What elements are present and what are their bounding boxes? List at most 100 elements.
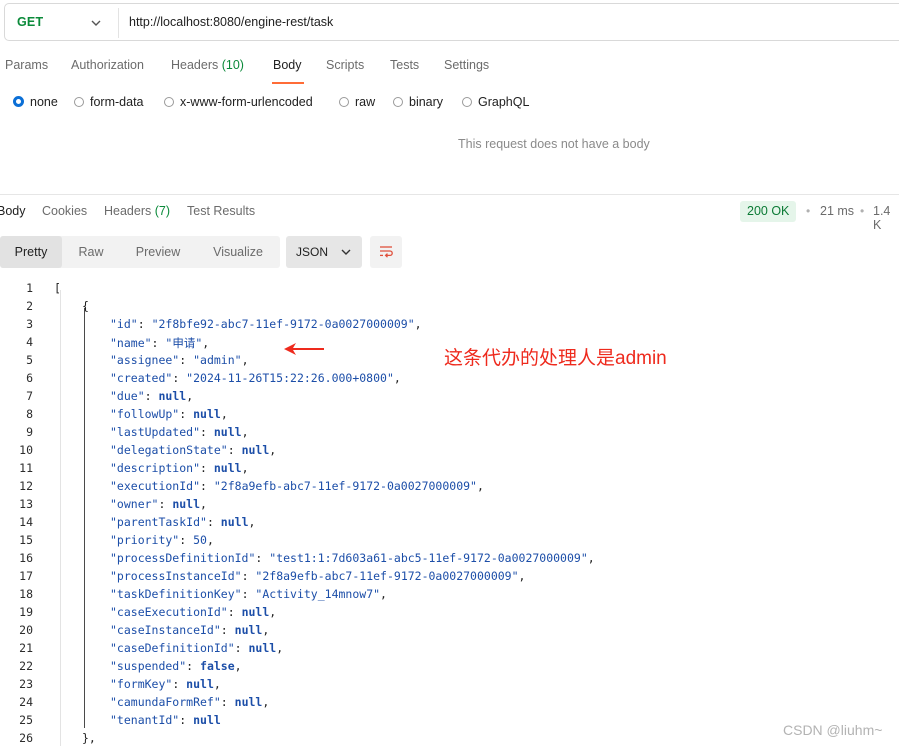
line-number: 8: [26, 407, 33, 421]
json-value: null: [158, 389, 187, 403]
json-key: "formKey": [110, 677, 173, 691]
json-key: "due": [110, 389, 145, 403]
json-value: null: [220, 515, 249, 529]
json-key: "assignee": [110, 353, 180, 367]
json-key: "processDefinitionId": [110, 551, 256, 565]
line-number: 13: [19, 497, 33, 511]
code-line: "parentTaskId": null,: [110, 515, 256, 529]
chevron-down-icon[interactable]: [89, 16, 103, 30]
method-select[interactable]: GET: [17, 15, 43, 29]
line-number: 21: [19, 641, 33, 655]
radio-raw[interactable]: raw: [339, 95, 375, 109]
code-line: "name": "申请",: [110, 336, 210, 350]
line-number: 11: [19, 461, 33, 475]
indent-guide: [60, 290, 61, 746]
line-number: 9: [26, 425, 33, 439]
json-value: "2f8bfe92-abc7-11ef-9172-0a0027000009": [151, 317, 415, 331]
json-key: "created": [110, 371, 173, 385]
code-line: },: [82, 731, 96, 745]
view-preview[interactable]: Preview: [120, 236, 196, 268]
json-key: "description": [110, 461, 201, 475]
response-size[interactable]: 1.4 K: [873, 204, 899, 232]
json-key: "caseInstanceId": [110, 623, 221, 637]
radio-icon: [462, 97, 472, 107]
tab-settings[interactable]: Settings: [444, 58, 489, 72]
json-value: null: [193, 713, 221, 727]
line-number: 3: [26, 317, 33, 331]
view-visualize[interactable]: Visualize: [198, 236, 278, 268]
url-input[interactable]: http://localhost:8080/engine-rest/task: [129, 15, 333, 29]
response-time[interactable]: 21 ms: [820, 204, 854, 218]
json-value: "Activity_14mnow7": [255, 587, 381, 601]
json-key: "suspended": [110, 659, 187, 673]
line-number: 14: [19, 515, 33, 529]
json-key: "caseDefinitionId": [110, 641, 235, 655]
tab-body[interactable]: Body: [273, 58, 302, 72]
wrap-lines-button[interactable]: [370, 236, 402, 268]
line-number: 23: [19, 677, 33, 691]
tab-scripts[interactable]: Scripts: [326, 58, 364, 72]
active-tab-indicator: [272, 82, 304, 84]
chevron-down-icon: [341, 249, 351, 255]
line-number: 15: [19, 533, 33, 547]
pane-divider[interactable]: [0, 194, 899, 195]
format-select[interactable]: JSON: [286, 236, 362, 268]
view-mode-tabs: Pretty Raw Preview Visualize: [0, 236, 280, 268]
line-number: 19: [19, 605, 33, 619]
radio-x-www-form-urlencoded[interactable]: x-www-form-urlencoded: [164, 95, 313, 109]
tab-tests[interactable]: Tests: [390, 58, 419, 72]
code-line: "suspended": false,: [110, 659, 242, 673]
radio-none[interactable]: none: [13, 95, 58, 109]
view-raw[interactable]: Raw: [64, 236, 118, 268]
code-line: "priority": 50,: [110, 533, 214, 547]
code-line: "lastUpdated": null,: [110, 425, 249, 439]
line-number: 17: [19, 569, 33, 583]
json-value: null: [193, 407, 221, 421]
line-number: 22: [19, 659, 33, 673]
tab-test-results[interactable]: Test Results: [187, 204, 255, 218]
json-key: "taskDefinitionKey": [110, 587, 242, 601]
json-value: "test1:1:7d603a61-abc5-11ef-9172-0a00270…: [269, 551, 588, 565]
url-separator: [118, 8, 119, 38]
json-key: "lastUpdated": [110, 425, 201, 439]
line-number: 7: [26, 389, 33, 403]
json-key: "owner": [110, 497, 159, 511]
tab-params[interactable]: Params: [5, 58, 48, 72]
line-number: 18: [19, 587, 33, 601]
wrap-lines-icon: [380, 246, 393, 258]
radio-graphql[interactable]: GraphQL: [462, 95, 529, 109]
status-badge[interactable]: 200 OK: [740, 201, 797, 222]
tab-authorization[interactable]: Authorization: [71, 58, 144, 72]
line-number: 25: [19, 713, 33, 727]
json-value: "申请": [165, 336, 203, 350]
tab-cookies[interactable]: Cookies: [42, 204, 87, 218]
tab-response-body[interactable]: Body: [0, 204, 26, 218]
json-key: "parentTaskId": [110, 515, 207, 529]
json-key: "camundaFormRef": [110, 695, 221, 709]
line-number: 6: [26, 371, 33, 385]
empty-body-message: This request does not have a body: [458, 137, 650, 151]
code-line: "created": "2024-11-26T15:22:26.000+0800…: [110, 371, 401, 385]
code-line: "caseExecutionId": null,: [110, 605, 277, 619]
line-number: 2: [26, 299, 33, 313]
code-line: "followUp": null,: [110, 407, 228, 421]
tab-headers[interactable]: Headers (10): [171, 58, 244, 72]
json-value: "2f8a9efb-abc7-11ef-9172-0a0027000009": [213, 479, 477, 493]
json-key: "tenantId": [110, 713, 180, 727]
meta-separator: •: [860, 204, 865, 218]
tab-response-headers[interactable]: Headers (7): [104, 204, 170, 218]
code-line: "caseDefinitionId": null,: [110, 641, 284, 655]
code-line: "due": null,: [110, 389, 194, 403]
code-line: "camundaFormRef": null,: [110, 695, 270, 709]
json-value: "admin": [193, 353, 242, 367]
code-line: "assignee": "admin",: [110, 353, 249, 367]
radio-binary[interactable]: binary: [393, 95, 443, 109]
view-pretty[interactable]: Pretty: [0, 236, 62, 268]
json-value: "2024-11-26T15:22:26.000+0800": [186, 371, 394, 385]
json-key: "delegationState": [110, 443, 228, 457]
radio-icon: [74, 97, 84, 107]
annotation-text: 这条代办的处理人是admin: [444, 348, 667, 369]
radio-form-data[interactable]: form-data: [74, 95, 144, 109]
json-value: null: [213, 425, 242, 439]
code-line: "caseInstanceId": null,: [110, 623, 270, 637]
